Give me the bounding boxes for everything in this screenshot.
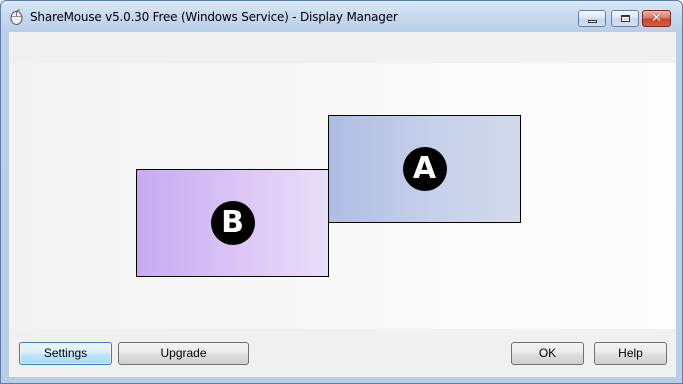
title-bar[interactable]: ShareMouse v5.0.30 Free (Windows Service… — [1, 1, 682, 31]
close-button[interactable]: ✕ — [642, 10, 671, 27]
maximize-icon — [621, 15, 630, 22]
ok-button[interactable]: OK — [511, 342, 584, 365]
display-manager-window: ShareMouse v5.0.30 Free (Windows Service… — [0, 0, 683, 384]
window-title: ShareMouse v5.0.30 Free (Windows Service… — [30, 10, 398, 24]
minimize-button[interactable] — [578, 10, 606, 27]
settings-button[interactable]: Settings — [19, 342, 112, 365]
monitor-b[interactable]: B — [136, 169, 329, 277]
maximize-button[interactable] — [611, 10, 639, 27]
client-area: A B Settings Upgrade OK Help — [9, 32, 676, 377]
help-button[interactable]: Help — [594, 342, 667, 365]
upgrade-button[interactable]: Upgrade — [118, 342, 249, 365]
minimize-icon — [588, 20, 597, 23]
mouse-icon[interactable] — [9, 9, 24, 25]
monitor-b-badge: B — [210, 201, 255, 245]
close-icon: ✕ — [651, 11, 662, 26]
monitor-a-badge: A — [402, 147, 447, 191]
display-arrangement-canvas[interactable]: A B — [9, 63, 676, 329]
monitor-a[interactable]: A — [328, 115, 521, 223]
